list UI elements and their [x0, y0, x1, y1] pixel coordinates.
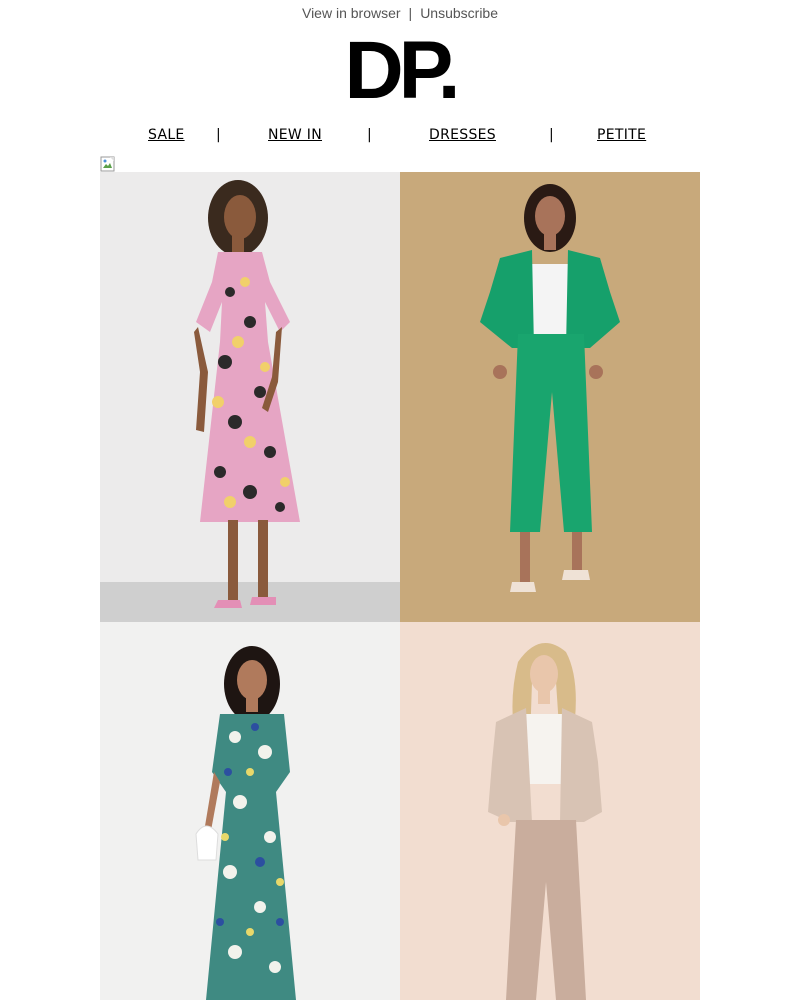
nav-divider: |: [549, 127, 554, 143]
preheader-links: View in browser | Unsubscribe: [0, 0, 800, 28]
product-photo-stone-suit: [400, 622, 700, 1000]
broken-image-icon: [100, 156, 115, 172]
nav-item-new-in[interactable]: NEW IN: [268, 127, 322, 143]
nav-item-dresses[interactable]: DRESSES: [429, 127, 496, 143]
nav-item-sale[interactable]: SALE: [148, 127, 185, 143]
nav-divider: |: [367, 127, 372, 143]
unsubscribe-link[interactable]: Unsubscribe: [420, 5, 498, 21]
product-photo-green-suit: [400, 172, 700, 622]
product-tile-blue-floral-dress[interactable]: [100, 622, 400, 1000]
preheader-separator: |: [408, 5, 413, 21]
product-photo-blue-floral-dress: [100, 622, 400, 1000]
product-tile-green-suit[interactable]: [400, 172, 700, 622]
nav-divider: |: [216, 127, 221, 143]
brand-logo[interactable]: DP.: [0, 30, 800, 112]
nav-item-petite[interactable]: PETITE: [597, 127, 646, 143]
product-tile-stone-suit[interactable]: [400, 622, 700, 1000]
main-navigation: SALE | NEW IN | DRESSES | PETITE: [0, 124, 800, 148]
view-in-browser-link[interactable]: View in browser: [302, 5, 401, 21]
product-grid: [100, 172, 700, 1000]
product-tile-floral-dress[interactable]: [100, 172, 400, 622]
product-photo-floral-dress: [100, 172, 400, 622]
